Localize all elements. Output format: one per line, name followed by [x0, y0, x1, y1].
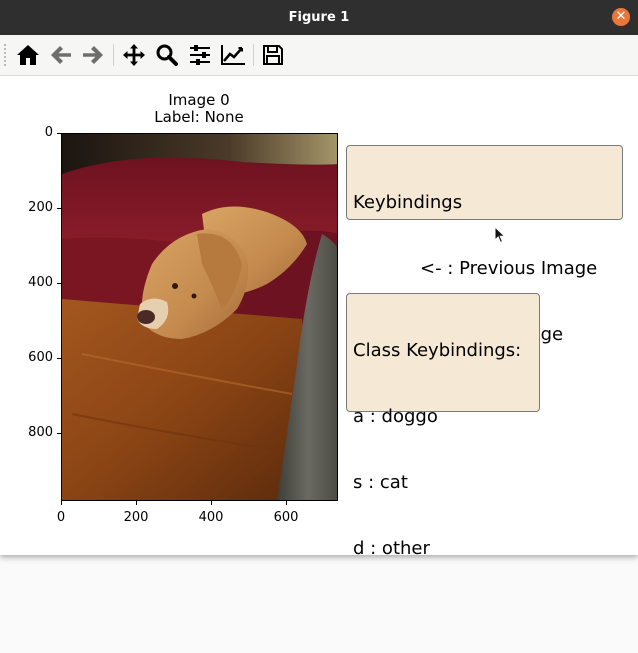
toolbar-separator — [113, 44, 114, 66]
save-button[interactable] — [259, 41, 287, 69]
edit-axis-icon — [221, 45, 245, 65]
y-tick-label: 800 — [28, 425, 53, 440]
toolbar-grip-handle[interactable] — [3, 43, 7, 67]
dog-photo — [62, 134, 337, 500]
x-tick-mark — [211, 501, 212, 505]
y-tick-mark — [57, 358, 61, 359]
figure-window: Figure 1 ✕ Image 0 Label: None 0 200 400… — [0, 0, 638, 559]
class-keybindings-heading: Class Keybindings: — [353, 340, 522, 361]
keybindings-box: Keybindings <- : Previous Image -> : Nex… — [346, 145, 623, 345]
home-icon — [17, 45, 39, 65]
back-arrow-icon — [51, 46, 71, 64]
keybinding-previous: <- : Previous Image — [420, 258, 598, 279]
save-floppy-icon — [263, 45, 283, 65]
zoom-button[interactable] — [153, 41, 181, 69]
x-tick-label: 600 — [273, 510, 299, 525]
x-tick-label: 400 — [198, 510, 224, 525]
y-tick-label: 400 — [28, 275, 53, 290]
class-keybinding-other: d : other — [353, 538, 430, 559]
title-bar[interactable]: Figure 1 ✕ — [0, 0, 638, 35]
window-title: Figure 1 — [288, 10, 350, 25]
y-tick-mark — [57, 208, 61, 209]
x-tick-mark — [136, 501, 137, 505]
x-tick-label: 200 — [123, 510, 149, 525]
y-tick-mark — [57, 433, 61, 434]
y-tick-label: 200 — [28, 200, 53, 215]
zoom-magnifier-icon — [156, 44, 178, 66]
keybindings-heading: Keybindings — [353, 192, 463, 213]
plot-title-label: Label: None — [154, 108, 244, 126]
configure-subplots-icon — [190, 45, 210, 65]
y-tick-mark — [57, 283, 61, 284]
pan-button[interactable] — [120, 41, 148, 69]
mouse-pointer-icon — [494, 225, 506, 248]
figure-canvas[interactable]: Image 0 Label: None 0 200 400 600 800 0 … — [0, 76, 638, 559]
forward-arrow-icon — [83, 46, 103, 64]
class-keybinding-doggo: a : doggo — [353, 406, 438, 427]
configure-subplots-button[interactable] — [186, 41, 214, 69]
home-button[interactable] — [14, 41, 42, 69]
y-tick-mark — [57, 133, 61, 134]
plot-title-image: Image 0 — [168, 91, 230, 109]
back-button[interactable] — [47, 41, 75, 69]
y-tick-label: 0 — [44, 125, 53, 140]
pan-move-icon — [123, 44, 145, 66]
navigation-toolbar — [0, 35, 638, 76]
x-tick-mark — [286, 501, 287, 505]
image-axes[interactable] — [61, 133, 338, 501]
toolbar-separator — [253, 44, 254, 66]
x-tick-mark — [61, 501, 62, 505]
y-tick-label: 600 — [28, 350, 53, 365]
plot-title: Image 0 Label: None — [99, 92, 299, 126]
class-keybinding-cat: s : cat — [353, 472, 408, 493]
edit-axis-button[interactable] — [219, 41, 247, 69]
close-button[interactable]: ✕ — [612, 8, 630, 26]
x-tick-label: 0 — [56, 510, 66, 525]
class-keybindings-box: Class Keybindings: a : doggo s : cat d :… — [346, 293, 540, 559]
forward-button[interactable] — [79, 41, 107, 69]
